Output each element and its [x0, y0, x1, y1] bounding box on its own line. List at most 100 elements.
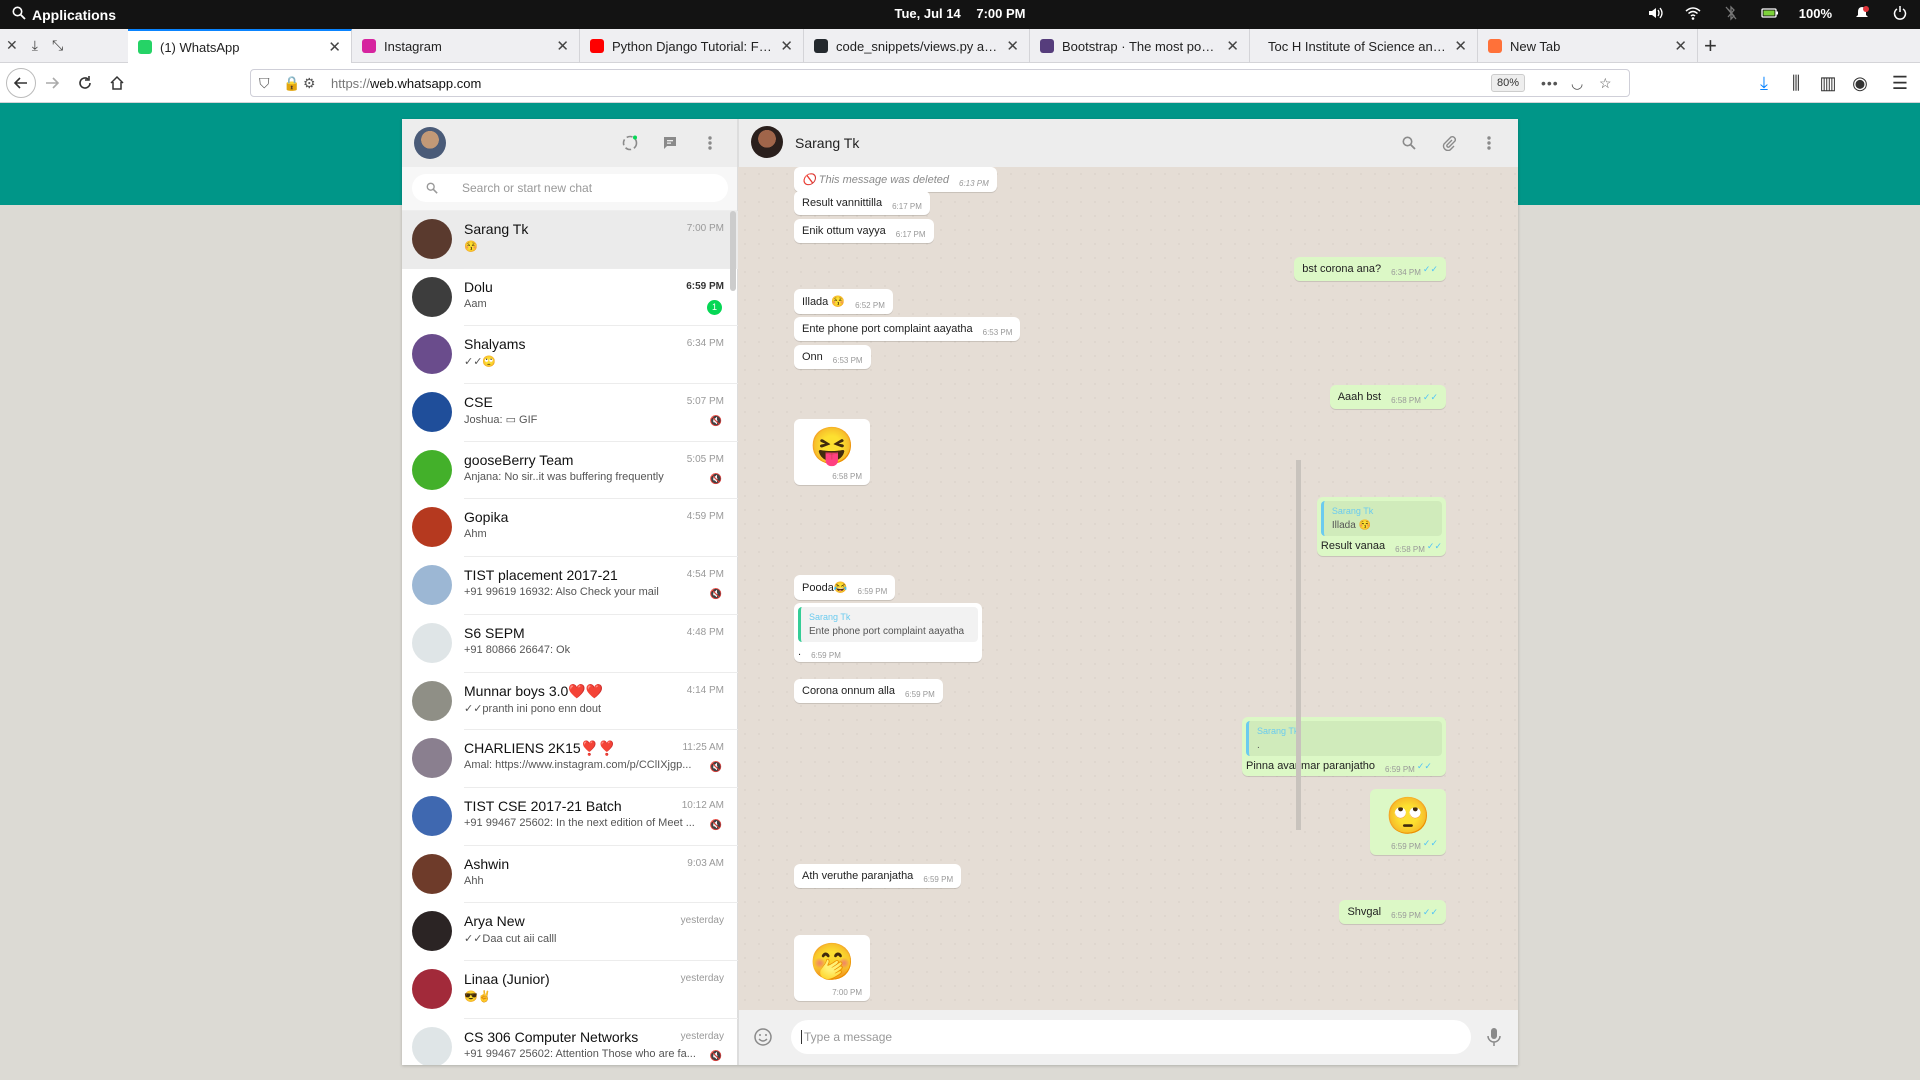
message-text: bst corona ana? — [1302, 263, 1382, 275]
chat-list-item[interactable]: Gopika 4:59 PM Ahm — [402, 499, 738, 558]
power-icon[interactable] — [1892, 5, 1908, 21]
shield-icon[interactable]: ⛉ — [259, 75, 270, 92]
quoted-message[interactable]: Sarang Tk Ente phone port complaint aayat… — [798, 607, 978, 642]
browser-tab[interactable]: Bootstrap · The most popular ✕ — [1030, 29, 1250, 63]
incoming-message[interactable]: Result vannittilla 6:17 PM — [794, 191, 930, 215]
message-time: 6:59 PM — [1391, 842, 1421, 851]
search-input[interactable]: Search or start new chat — [412, 174, 728, 202]
chat-list-item[interactable]: CS 306 Computer Networks yesterday +91 994… — [402, 1019, 738, 1065]
chat-list-item[interactable]: S6 SEPM 4:48 PM +91 80866 26647: Ok — [402, 615, 738, 673]
chat-list-item[interactable]: Dolu 6:59 PM Aam 1 — [402, 269, 738, 327]
close-window-icon[interactable]: ✕ — [6, 37, 18, 54]
chat-avatar — [412, 622, 452, 663]
incoming-message[interactable]: Corona onnum alla 6:59 PM — [794, 679, 943, 703]
incoming-message[interactable]: Sarang Tk Ente phone port complaint aayat… — [794, 603, 982, 662]
url-bar[interactable]: ⛉ 🔒 ⚙ https://web.whatsapp.com 80% ••• ◡… — [250, 69, 1630, 97]
new-tab-button[interactable]: + — [1704, 33, 1717, 59]
forward-button[interactable] — [40, 71, 64, 95]
chat-list-item[interactable]: gooseBerry Team 5:05 PM Anjana: No sir..it… — [402, 442, 738, 500]
chat-list-item[interactable]: Ashwin 9:03 AM Ahh — [402, 846, 738, 904]
battery-icon[interactable] — [1761, 5, 1778, 21]
message-time: 6:53 PM — [832, 356, 863, 365]
library-icon[interactable]: ⫼ — [1784, 71, 1808, 95]
conversation-header[interactable]: Sarang Tk — [738, 119, 1518, 167]
home-button[interactable] — [105, 71, 129, 95]
incoming-message[interactable]: Ath veruthe paranjatha 6:59 PM — [794, 864, 962, 888]
incoming-message[interactable]: Onn 6:53 PM — [794, 345, 871, 369]
tab-close-icon[interactable]: ✕ — [328, 38, 341, 56]
outgoing-message[interactable]: Aaah bst 6:58 PM ✓✓ — [1329, 385, 1446, 409]
incoming-message[interactable]: 🚫 This message was deleted 6:13 PM — [794, 167, 997, 192]
attach-icon[interactable] — [1439, 133, 1459, 153]
chat-list-item[interactable]: CSE 5:07 PM Joshua: ▭ GIF 🔇 — [402, 384, 738, 442]
chat-list-item[interactable]: Munnar boys 3.0❤️❤️ 4:14 PM ✓✓pranth ini p… — [402, 673, 738, 731]
sidebar-scrollbar[interactable] — [730, 211, 736, 291]
browser-tab[interactable]: (1) WhatsApp ✕ — [128, 29, 352, 63]
incoming-message[interactable]: 🤭 7:00 PM — [794, 935, 870, 1001]
microphone-icon[interactable] — [1484, 1027, 1504, 1047]
chat-list-item[interactable]: Linaa (Junior) yesterday 😎✌️ — [402, 961, 738, 1019]
messages-scrollbar[interactable] — [1296, 460, 1301, 830]
quoted-message[interactable]: Sarang Tk. — [1246, 721, 1442, 756]
chat-time: 5:05 PM — [686, 453, 724, 465]
minimize-icon[interactable]: ⤡ — [52, 37, 63, 54]
permissions-icon[interactable]: ⚙ — [303, 75, 316, 92]
incoming-message[interactable]: Enik ottum vayya 6:17 PM — [794, 219, 934, 243]
reload-button[interactable] — [73, 71, 97, 95]
outgoing-message[interactable]: Sarang Tk Illada 😚 Result vanaa 6:58 PM ✓✓ — [1316, 497, 1446, 556]
tab-close-icon[interactable]: ✕ — [1454, 37, 1467, 55]
incoming-message[interactable]: 😝 6:58 PM — [794, 419, 870, 485]
applications-menu[interactable]: Applications — [12, 6, 116, 23]
my-avatar[interactable] — [414, 127, 446, 159]
tab-close-icon[interactable]: ✕ — [780, 37, 793, 55]
browser-tab[interactable]: Toc H Institute of Science and Te ✕ — [1250, 29, 1478, 63]
tab-close-icon[interactable]: ✕ — [556, 37, 569, 55]
chat-list-item[interactable]: TIST CSE 2017-21 Batch 10:12 AM +91 99467 … — [402, 788, 738, 846]
outgoing-message[interactable]: Sarang Tk. Pinna avanmar paranjatho 6:59 P… — [1242, 717, 1446, 776]
bookmark-star-icon[interactable]: ☆ — [1599, 75, 1612, 92]
lock-icon[interactable]: 🔒 — [283, 75, 300, 92]
tab-close-icon[interactable]: ✕ — [1674, 37, 1687, 55]
new-chat-icon[interactable] — [660, 133, 680, 153]
message-input[interactable]: Type a message — [791, 1020, 1471, 1054]
browser-tab[interactable]: code_snippets/views.py at ma ✕ — [804, 29, 1030, 63]
incoming-message[interactable]: Illada 😚 6:52 PM — [794, 289, 893, 314]
wifi-icon[interactable] — [1685, 5, 1701, 21]
search-messages-icon[interactable] — [1399, 133, 1419, 153]
tab-close-icon[interactable]: ✕ — [1226, 37, 1239, 55]
chat-list-item[interactable]: Arya New yesterday ✓✓Daa cut aii calll — [402, 903, 738, 961]
hamburger-menu-icon[interactable]: ☰ — [1888, 71, 1912, 95]
status-icon[interactable] — [620, 133, 640, 153]
download-icon[interactable]: ⤓ — [32, 37, 38, 54]
outgoing-message[interactable]: bst corona ana? 6:34 PM ✓✓ — [1294, 257, 1446, 281]
chat-list-item[interactable]: TIST placement 2017-21 4:54 PM +91 99619 1… — [402, 557, 738, 615]
outgoing-message[interactable]: Shvgal 6:59 PM ✓✓ — [1339, 900, 1446, 924]
incoming-message[interactable]: Ente phone port complaint aayatha 6:53 PM — [794, 317, 1021, 341]
volume-icon[interactable] — [1647, 5, 1663, 21]
outgoing-message[interactable]: 🙄 6:59 PM ✓✓ — [1370, 789, 1446, 855]
menu-icon[interactable] — [700, 133, 720, 153]
account-icon[interactable]: ◉ — [1848, 71, 1872, 95]
zoom-level-badge[interactable]: 80% — [1491, 74, 1526, 92]
bluetooth-off-icon[interactable] — [1723, 5, 1739, 21]
downloads-icon[interactable]: ⤓ — [1752, 71, 1776, 95]
chat-list-item[interactable]: CHARLIENS 2K15❣️❣️ 11:25 AM Amal: https://… — [402, 730, 738, 788]
conversation-menu-icon[interactable] — [1479, 133, 1499, 153]
quoted-message[interactable]: Sarang Tk Illada 😚 — [1320, 501, 1442, 536]
browser-tab[interactable]: Instagram ✕ — [352, 29, 580, 63]
clock[interactable]: Tue, Jul 14 7:00 PM — [0, 6, 1920, 21]
emoji-icon[interactable] — [753, 1027, 773, 1047]
contact-avatar[interactable] — [751, 126, 783, 158]
page-actions-icon[interactable]: ••• — [1541, 75, 1559, 91]
chat-time: 6:59 PM — [686, 280, 724, 292]
browser-tab[interactable]: Python Django Tutorial: Full-F ✕ — [580, 29, 804, 63]
back-button[interactable] — [6, 68, 36, 98]
sidebar-toggle-icon[interactable]: ▥ — [1816, 71, 1840, 95]
chat-list-item[interactable]: Shalyams 6:34 PM ✓✓🙄 — [402, 326, 738, 385]
chat-list-item[interactable]: Sarang Tk 7:00 PM 😚 — [402, 211, 738, 269]
tab-close-icon[interactable]: ✕ — [1006, 37, 1019, 55]
browser-tab[interactable]: New Tab ✕ — [1478, 29, 1698, 63]
incoming-message[interactable]: Pooda😂 6:59 PM — [794, 575, 896, 600]
notifications-icon[interactable] — [1854, 5, 1870, 21]
pocket-icon[interactable]: ◡ — [1571, 75, 1583, 92]
